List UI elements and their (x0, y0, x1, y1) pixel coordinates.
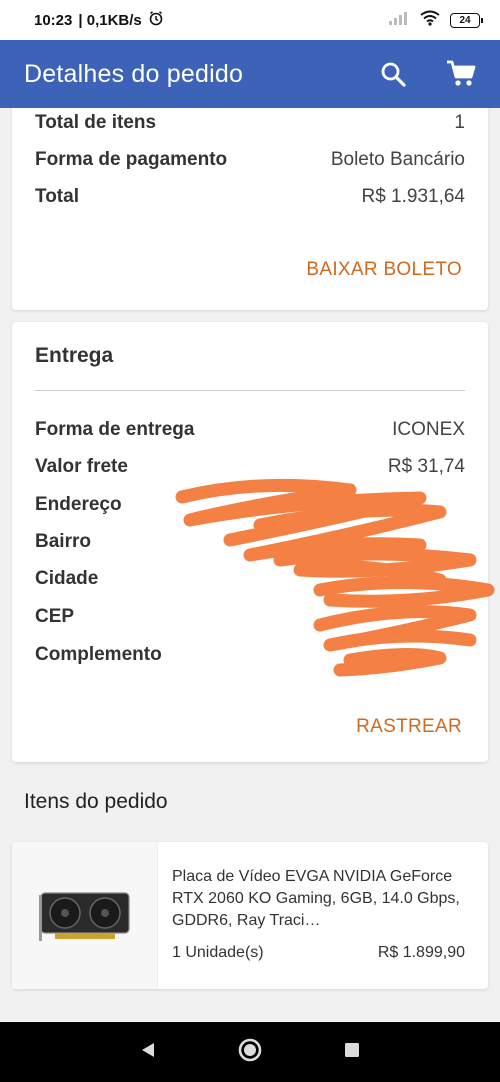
shopping-cart-icon[interactable] (446, 59, 476, 89)
payment-method-row: Forma de pagamento Boleto Bancário (35, 149, 465, 171)
total-items-value: 1 (454, 112, 465, 133)
app-bar: Detalhes do pedido (0, 40, 500, 108)
divider (35, 390, 465, 391)
total-row: Total R$ 1.931,64 (35, 186, 465, 208)
neighborhood-label: Bairro (35, 531, 91, 552)
system-nav-bar (0, 1022, 500, 1082)
recents-icon[interactable] (343, 1041, 361, 1064)
list-item[interactable]: Placa de Vídeo EVGA NVIDIA GeForce RTX 2… (12, 842, 488, 989)
total-value: R$ 1.931,64 (361, 186, 465, 207)
wifi-icon (420, 10, 440, 30)
address-row: Endereço (35, 494, 465, 516)
clock: 10:23 (34, 11, 73, 29)
address-label: Endereço (35, 494, 122, 515)
home-icon[interactable] (237, 1037, 263, 1068)
total-items-row: Total de itens 1 (35, 112, 465, 134)
items-heading: Itens do pedido (24, 790, 168, 813)
delivery-method-row: Forma de entrega ICONEX (35, 419, 465, 441)
zip-row: CEP (35, 606, 465, 628)
payment-method-label: Forma de pagamento (35, 149, 228, 170)
battery-level: 24 (459, 14, 471, 26)
product-name: Placa de Vídeo EVGA NVIDIA GeForce RTX 2… (172, 868, 460, 929)
back-icon[interactable] (139, 1041, 157, 1064)
product-image (12, 842, 158, 989)
network-speed: | 0,1KB/s (78, 11, 142, 29)
city-label: Cidade (35, 568, 99, 589)
delivery-title: Entrega (35, 344, 114, 367)
battery-icon: 24 (450, 12, 483, 28)
shipping-label: Valor frete (35, 456, 128, 477)
complement-row: Complemento (35, 644, 465, 666)
signal-icon (388, 11, 410, 29)
delivery-method-value: ICONEX (392, 419, 465, 440)
shipping-row: Valor frete R$ 31,74 (35, 456, 465, 478)
product-price: R$ 1.899,90 (377, 944, 465, 961)
shipping-value: R$ 31,74 (387, 456, 465, 477)
product-quantity: 1 Unidade(s) (172, 944, 264, 961)
complement-label: Complemento (35, 644, 162, 665)
download-boleto-button[interactable]: BAIXAR BOLETO (306, 259, 462, 281)
status-bar: 10:23 | 0,1KB/s 24 (0, 0, 500, 40)
total-label: Total (35, 186, 79, 207)
delivery-method-label: Forma de entrega (35, 419, 195, 440)
track-button[interactable]: RASTREAR (356, 716, 462, 738)
total-items-label: Total de itens (35, 112, 157, 133)
city-row: Cidade (35, 568, 465, 590)
payment-method-value: Boleto Bancário (330, 149, 465, 170)
page-title: Detalhes do pedido (24, 59, 244, 88)
neighborhood-row: Bairro (35, 531, 465, 553)
alarm-icon (148, 10, 164, 30)
zip-label: CEP (35, 606, 75, 627)
search-icon[interactable] (378, 59, 408, 89)
delivery-card: Entrega Forma de entrega ICONEX Valor fr… (12, 322, 488, 762)
